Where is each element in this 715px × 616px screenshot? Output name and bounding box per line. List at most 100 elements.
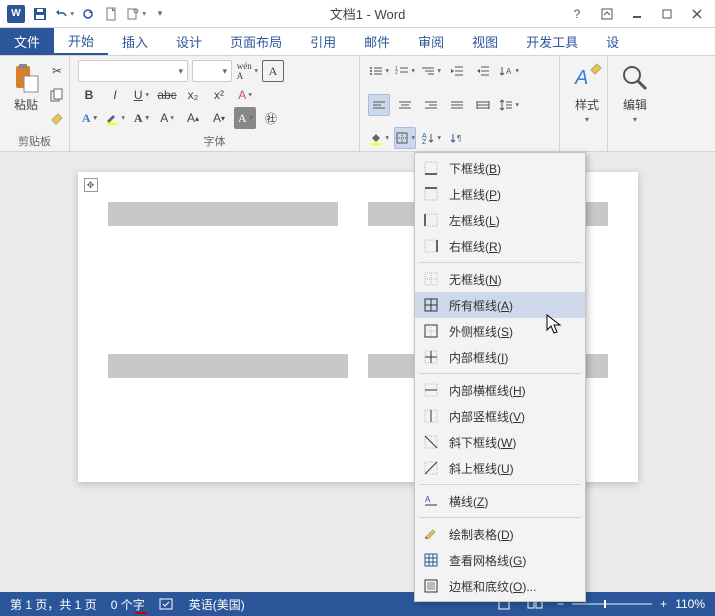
ribbon-tabs: 文件 开始 插入 设计 页面布局 引用 邮件 审阅 视图 开发工具 设 xyxy=(0,28,715,56)
char-border-button[interactable]: A xyxy=(262,60,284,82)
tab-mail[interactable]: 邮件 xyxy=(350,28,404,55)
shrink-font-button[interactable]: A▾ xyxy=(208,107,230,129)
cut-button[interactable]: ✂ xyxy=(46,60,68,82)
tab-layout[interactable]: 页面布局 xyxy=(216,28,296,55)
tab-view[interactable]: 视图 xyxy=(458,28,512,55)
multilevel-button[interactable] xyxy=(420,60,442,82)
format-painter-button[interactable] xyxy=(46,108,68,130)
line-spacing-button[interactable] xyxy=(498,94,520,116)
sort-button[interactable]: AZ xyxy=(420,127,442,149)
menu-item-label: 上框线(P) xyxy=(449,186,501,203)
font-size-select[interactable]: ▾ xyxy=(192,60,232,82)
subscript-button[interactable]: x₂ xyxy=(182,84,204,106)
paste-button[interactable]: 粘贴 xyxy=(8,60,44,130)
enclose-char-button[interactable]: ㊓ xyxy=(260,107,282,129)
print-icon[interactable] xyxy=(126,4,146,24)
menu-item-label: 内部横框线(H) xyxy=(449,382,526,399)
table-anchor-icon[interactable]: ✥ xyxy=(84,178,98,192)
tab-design[interactable]: 设计 xyxy=(162,28,216,55)
tab-settings[interactable]: 设 xyxy=(592,28,633,55)
bb-icon xyxy=(423,160,439,176)
border-menu-left[interactable]: 左框线(L) xyxy=(415,207,585,233)
text-direction-button[interactable]: A xyxy=(498,60,520,82)
italic-button[interactable]: I xyxy=(104,84,126,106)
border-menu-ihor[interactable]: 内部横框线(H) xyxy=(415,377,585,403)
distributed-button[interactable] xyxy=(472,94,494,116)
minimize-button[interactable] xyxy=(625,4,649,24)
border-menu-right[interactable]: 右框线(R) xyxy=(415,233,585,259)
border-menu-bottom[interactable]: 下框线(B) xyxy=(415,155,585,181)
border-menu-grid[interactable]: 查看网格线(G) xyxy=(415,547,585,573)
border-menu-dialog[interactable]: 边框和底纹(O)... xyxy=(415,573,585,599)
document-area[interactable]: ✥ xyxy=(0,152,715,592)
hl-icon: A xyxy=(423,493,439,509)
phonetic-guide-button[interactable]: wénA xyxy=(236,60,258,82)
border-menu-top[interactable]: 上框线(P) xyxy=(415,181,585,207)
menu-item-label: 下框线(B) xyxy=(449,160,501,177)
tab-insert[interactable]: 插入 xyxy=(108,28,162,55)
help-button[interactable]: ? xyxy=(565,4,589,24)
tab-dev[interactable]: 开发工具 xyxy=(512,28,592,55)
border-menu-ddown[interactable]: 斜下框线(W) xyxy=(415,429,585,455)
align-center-button[interactable] xyxy=(394,94,416,116)
align-left-button[interactable] xyxy=(368,94,390,116)
border-menu-draw[interactable]: 绘制表格(D) xyxy=(415,521,585,547)
align-justify-button[interactable] xyxy=(446,94,468,116)
highlight-button[interactable] xyxy=(104,107,126,129)
change-case-button[interactable]: A xyxy=(234,107,256,129)
save-icon[interactable] xyxy=(30,4,50,24)
word-count[interactable]: 0 个字 xyxy=(111,596,145,613)
zoom-slider[interactable] xyxy=(572,603,652,605)
text-effects-button[interactable]: A xyxy=(78,107,100,129)
language-indicator[interactable]: 英语(美国) xyxy=(189,596,245,613)
styles-button[interactable]: A 样式 ▾ xyxy=(568,60,606,126)
shading-button[interactable] xyxy=(368,127,390,149)
align-right-button[interactable] xyxy=(420,94,442,116)
tab-file[interactable]: 文件 xyxy=(0,28,54,55)
bullets-button[interactable] xyxy=(368,60,390,82)
quick-access-toolbar: W ▾ xyxy=(6,4,170,24)
word-app-icon[interactable]: W xyxy=(6,4,26,24)
tab-references[interactable]: 引用 xyxy=(296,28,350,55)
numbering-button[interactable]: 12 xyxy=(394,60,416,82)
proofing-icon[interactable] xyxy=(159,597,175,611)
font-color-button[interactable]: A xyxy=(130,107,152,129)
border-menu-dup[interactable]: 斜上框线(U) xyxy=(415,455,585,481)
borders-button[interactable] xyxy=(394,127,416,149)
group-clipboard: 粘贴 ✂ 剪贴板 xyxy=(0,56,70,151)
show-marks-button[interactable]: ¶ xyxy=(446,127,468,149)
dr-icon xyxy=(423,526,439,542)
border-menu-outside[interactable]: 外侧框线(S) xyxy=(415,318,585,344)
strike-button[interactable]: abc xyxy=(156,84,178,106)
grow-font-button[interactable]: A▴ xyxy=(182,107,204,129)
tab-review[interactable]: 审阅 xyxy=(404,28,458,55)
new-doc-icon[interactable] xyxy=(102,4,122,24)
bold-button[interactable]: B xyxy=(78,84,100,106)
clear-format-button[interactable]: A xyxy=(234,84,256,106)
copy-button[interactable] xyxy=(46,84,68,106)
qat-customize[interactable]: ▾ xyxy=(150,4,170,24)
border-menu-none[interactable]: 无框线(N) xyxy=(415,266,585,292)
maximize-button[interactable] xyxy=(655,4,679,24)
border-menu-iver[interactable]: 内部竖框线(V) xyxy=(415,403,585,429)
edit-button[interactable]: 编辑 ▾ xyxy=(616,60,654,126)
menu-item-label: 所有框线(A) xyxy=(449,297,513,314)
redo-button[interactable] xyxy=(78,4,98,24)
close-button[interactable] xyxy=(685,4,709,24)
zoom-in-icon[interactable]: + xyxy=(660,597,667,611)
font-select[interactable]: ▾ xyxy=(78,60,188,82)
page-indicator[interactable]: 第 1 页，共 1 页 xyxy=(10,596,97,613)
group-styles: A 样式 ▾ xyxy=(560,56,608,151)
border-menu-inside[interactable]: 内部框线(I) xyxy=(415,344,585,370)
zoom-value[interactable]: 110% xyxy=(675,597,705,611)
increase-indent-button[interactable] xyxy=(472,60,494,82)
superscript-button[interactable]: x² xyxy=(208,84,230,106)
undo-button[interactable] xyxy=(54,4,74,24)
border-menu-all[interactable]: 所有框线(A) xyxy=(415,292,585,318)
underline-button[interactable]: U xyxy=(130,84,152,106)
ribbon-collapse-button[interactable] xyxy=(595,4,619,24)
tab-home[interactable]: 开始 xyxy=(54,28,108,55)
decrease-indent-button[interactable] xyxy=(446,60,468,82)
char-shading-button[interactable]: A xyxy=(156,107,178,129)
border-menu-hline[interactable]: A横线(Z) xyxy=(415,488,585,514)
